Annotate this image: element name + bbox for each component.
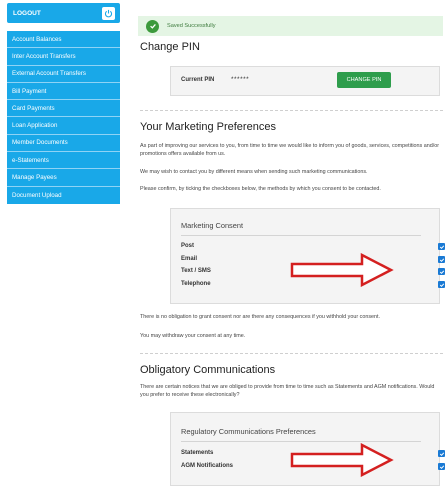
divider	[181, 235, 421, 236]
consent-note-withdraw: You may withdraw your consent at any tim…	[140, 333, 246, 339]
marketing-consent-title: Marketing Consent	[181, 221, 244, 230]
sidebar-item-bill-payment[interactable]: Bill Payment	[7, 83, 120, 101]
sidebar-item-inter-account-transfers[interactable]: Inter Account Transfers	[7, 48, 120, 66]
divider	[140, 353, 443, 354]
check-circle-icon	[146, 19, 159, 33]
red-arrow-icon	[290, 443, 394, 477]
sidebar-item-document-upload[interactable]: Document Upload	[7, 187, 120, 204]
consent-label: Telephone	[181, 281, 211, 287]
change-pin-title: Change PIN	[140, 41, 200, 53]
preference-checkbox-agm[interactable]	[438, 463, 445, 470]
marketing-intro: As part of improving our services to you…	[140, 143, 440, 157]
change-pin-panel: Current PIN ****** CHANGE PIN	[170, 66, 440, 96]
power-icon[interactable]	[102, 6, 115, 20]
consent-note-obligation: There is no obligation to grant consent …	[140, 314, 381, 320]
consent-label: Text / SMS	[181, 268, 211, 274]
logout-label: LOGOUT	[13, 9, 41, 17]
sidebar-item-loan-application[interactable]: Loan Application	[7, 117, 120, 135]
divider	[181, 441, 421, 442]
preference-label: AGM Notifications	[181, 463, 233, 469]
current-pin-label: Current PIN	[181, 77, 215, 83]
sidebar-item-manage-payees[interactable]: Manage Payees	[7, 169, 120, 187]
marketing-means: We may wish to contact you by different …	[140, 169, 368, 175]
consent-checkbox-email[interactable]	[438, 256, 445, 263]
preference-label: Statements	[181, 450, 214, 456]
consent-checkbox-sms[interactable]	[438, 268, 445, 275]
sidebar: LOGOUT Account Balances Inter Account Tr…	[7, 3, 120, 204]
sidebar-menu: Account Balances Inter Account Transfers…	[7, 31, 120, 204]
regulatory-preferences-title: Regulatory Communications Preferences	[181, 427, 316, 436]
change-pin-button[interactable]: CHANGE PIN	[337, 72, 391, 88]
marketing-confirm: Please confirm, by ticking the checkboxe…	[140, 186, 381, 192]
obligatory-intro: There are certain notices that we are ob…	[140, 384, 435, 398]
current-pin-value: ******	[231, 76, 250, 83]
red-arrow-icon	[290, 253, 394, 287]
consent-label: Post	[181, 243, 195, 249]
logout-button[interactable]: LOGOUT	[7, 3, 120, 23]
consent-checkbox-post[interactable]	[438, 243, 445, 250]
consent-checkbox-telephone[interactable]	[438, 281, 445, 288]
consent-row-post: Post	[181, 242, 445, 252]
success-alert: Saved Successfully	[138, 16, 443, 36]
consent-label: Email	[181, 256, 198, 262]
alert-message: Saved Successfully	[167, 23, 216, 29]
obligatory-title: Obligatory Communications	[140, 364, 276, 376]
sidebar-item-member-documents[interactable]: Member Documents	[7, 135, 120, 153]
divider	[140, 110, 443, 111]
sidebar-item-external-account-transfers[interactable]: External Account Transfers	[7, 66, 120, 83]
sidebar-item-card-payments[interactable]: Card Payments	[7, 100, 120, 118]
marketing-title: Your Marketing Preferences	[140, 121, 276, 133]
preference-checkbox-statements[interactable]	[438, 450, 445, 457]
sidebar-item-e-statements[interactable]: e-Statements	[7, 152, 120, 170]
sidebar-item-account-balances[interactable]: Account Balances	[7, 31, 120, 49]
